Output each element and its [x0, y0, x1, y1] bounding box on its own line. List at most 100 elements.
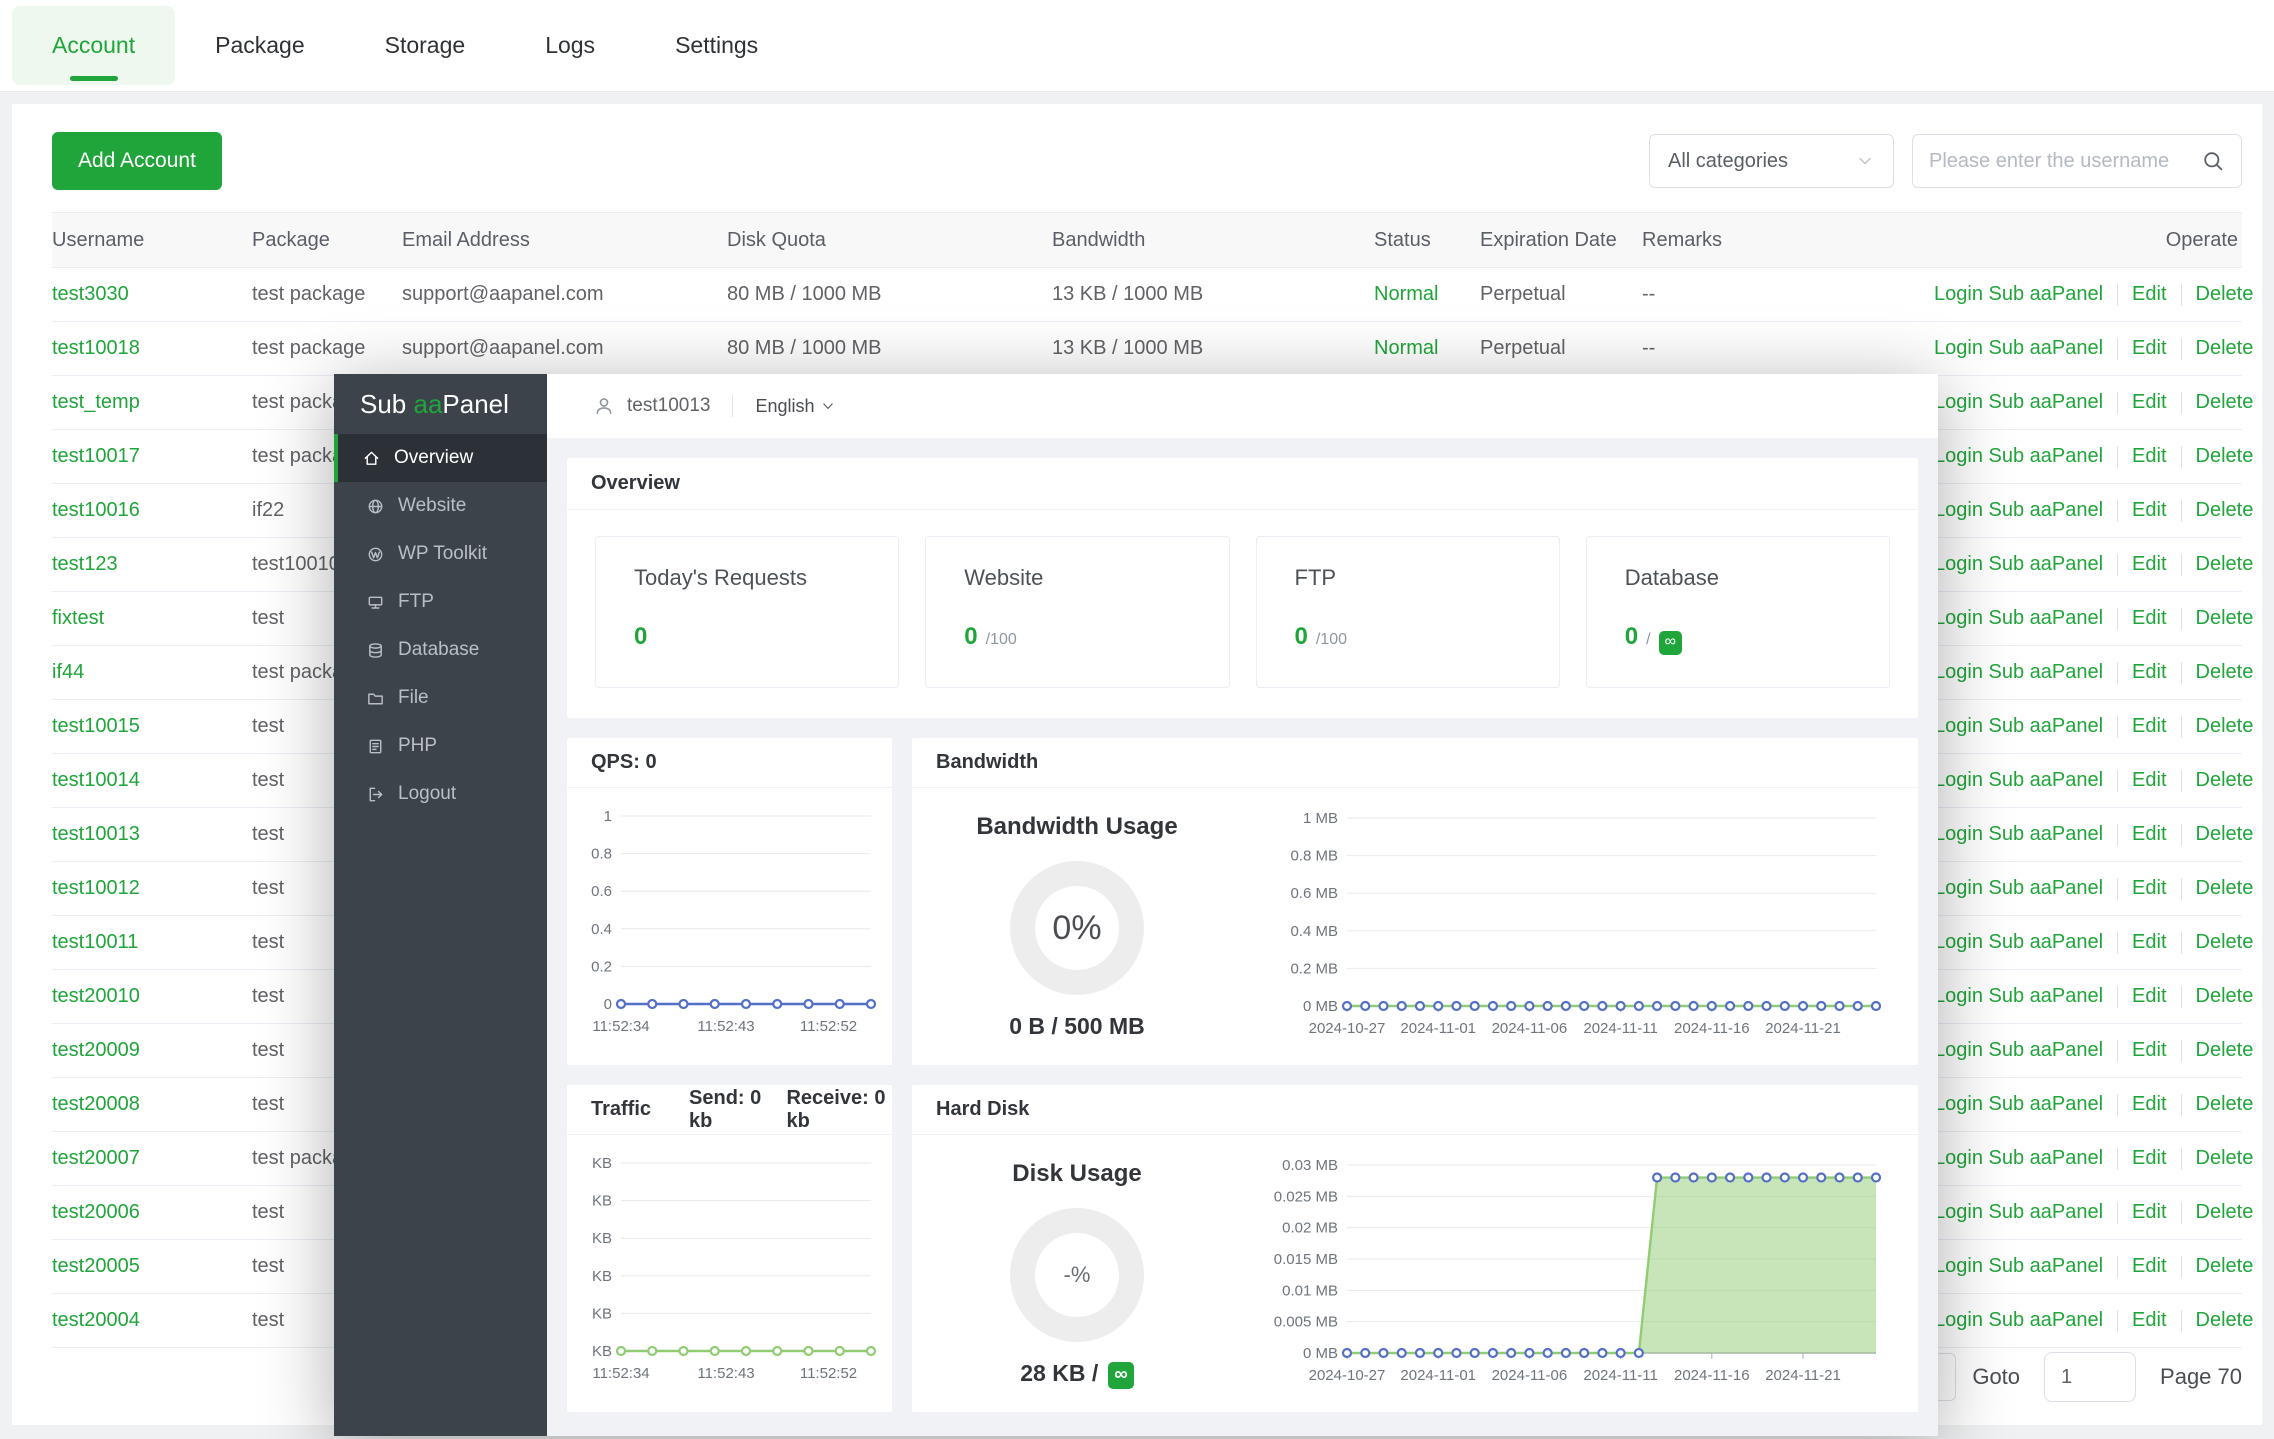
- username-link[interactable]: if44: [52, 661, 84, 683]
- edit-link[interactable]: Edit: [2132, 661, 2166, 684]
- username-link[interactable]: test10014: [52, 769, 140, 791]
- username-link[interactable]: test20009: [52, 1039, 140, 1061]
- username-link[interactable]: test10012: [52, 877, 140, 899]
- qps-panel-title: QPS: 0: [567, 738, 892, 788]
- edit-link[interactable]: Edit: [2132, 391, 2166, 414]
- username-link[interactable]: test20005: [52, 1255, 140, 1277]
- login-sub-aapanel-link[interactable]: Login Sub aaPanel: [1934, 1309, 2103, 1332]
- delete-link[interactable]: Delete: [2196, 1093, 2254, 1116]
- username-link[interactable]: test_temp: [52, 391, 140, 413]
- goto-page-input[interactable]: [2044, 1352, 2137, 1402]
- delete-link[interactable]: Delete: [2196, 715, 2254, 738]
- sidebar-item-overview[interactable]: Overview: [334, 434, 547, 482]
- sidebar-item-database[interactable]: Database: [334, 626, 547, 674]
- username-link[interactable]: test10011: [52, 931, 138, 953]
- edit-link[interactable]: Edit: [2132, 1201, 2166, 1224]
- login-sub-aapanel-link[interactable]: Login Sub aaPanel: [1934, 391, 2103, 414]
- username-link[interactable]: test20006: [52, 1201, 140, 1223]
- delete-link[interactable]: Delete: [2196, 391, 2254, 414]
- delete-link[interactable]: Delete: [2196, 1039, 2254, 1062]
- edit-link[interactable]: Edit: [2132, 445, 2166, 468]
- sidebar-item-php[interactable]: PHP: [334, 722, 547, 770]
- delete-link[interactable]: Delete: [2196, 283, 2254, 306]
- username-link[interactable]: test3030: [52, 283, 129, 305]
- login-sub-aapanel-link[interactable]: Login Sub aaPanel: [1934, 877, 2103, 900]
- sidebar-item-file[interactable]: File: [334, 674, 547, 722]
- delete-link[interactable]: Delete: [2196, 499, 2254, 522]
- delete-link[interactable]: Delete: [2196, 1201, 2254, 1224]
- login-sub-aapanel-link[interactable]: Login Sub aaPanel: [1934, 337, 2103, 360]
- edit-link[interactable]: Edit: [2132, 769, 2166, 792]
- username-link[interactable]: test10018: [52, 337, 140, 359]
- edit-link[interactable]: Edit: [2132, 283, 2166, 306]
- login-sub-aapanel-link[interactable]: Login Sub aaPanel: [1934, 499, 2103, 522]
- edit-link[interactable]: Edit: [2132, 607, 2166, 630]
- login-sub-aapanel-link[interactable]: Login Sub aaPanel: [1934, 1255, 2103, 1278]
- sidebar-item-ftp[interactable]: FTP: [334, 578, 547, 626]
- delete-link[interactable]: Delete: [2196, 337, 2254, 360]
- login-sub-aapanel-link[interactable]: Login Sub aaPanel: [1934, 553, 2103, 576]
- username-link[interactable]: test123: [52, 553, 118, 575]
- sidebar-item-website[interactable]: Website: [334, 482, 547, 530]
- login-sub-aapanel-link[interactable]: Login Sub aaPanel: [1934, 931, 2103, 954]
- tab-settings[interactable]: Settings: [635, 6, 798, 85]
- add-account-button[interactable]: Add Account: [52, 132, 222, 190]
- delete-link[interactable]: Delete: [2196, 877, 2254, 900]
- delete-link[interactable]: Delete: [2196, 661, 2254, 684]
- edit-link[interactable]: Edit: [2132, 1255, 2166, 1278]
- edit-link[interactable]: Edit: [2132, 877, 2166, 900]
- category-filter-select[interactable]: All categories: [1649, 134, 1894, 188]
- search-icon[interactable]: [2201, 149, 2225, 173]
- login-sub-aapanel-link[interactable]: Login Sub aaPanel: [1934, 769, 2103, 792]
- username-link[interactable]: test10015: [52, 715, 140, 737]
- edit-link[interactable]: Edit: [2132, 823, 2166, 846]
- login-sub-aapanel-link[interactable]: Login Sub aaPanel: [1934, 985, 2103, 1008]
- tab-account[interactable]: Account: [12, 6, 176, 85]
- username-search-input[interactable]: [1929, 149, 2201, 173]
- sidebar-item-logout[interactable]: Logout: [334, 770, 547, 818]
- edit-link[interactable]: Edit: [2132, 1147, 2166, 1170]
- delete-link[interactable]: Delete: [2196, 553, 2254, 576]
- delete-link[interactable]: Delete: [2196, 1255, 2254, 1278]
- username-link[interactable]: test10017: [52, 445, 140, 467]
- delete-link[interactable]: Delete: [2196, 445, 2254, 468]
- login-sub-aapanel-link[interactable]: Login Sub aaPanel: [1934, 1147, 2103, 1170]
- login-sub-aapanel-link[interactable]: Login Sub aaPanel: [1934, 283, 2103, 306]
- delete-link[interactable]: Delete: [2196, 607, 2254, 630]
- login-sub-aapanel-link[interactable]: Login Sub aaPanel: [1934, 1201, 2103, 1224]
- login-sub-aapanel-link[interactable]: Login Sub aaPanel: [1934, 1093, 2103, 1116]
- delete-link[interactable]: Delete: [2196, 931, 2254, 954]
- username-link[interactable]: test20008: [52, 1093, 140, 1115]
- login-sub-aapanel-link[interactable]: Login Sub aaPanel: [1934, 607, 2103, 630]
- delete-link[interactable]: Delete: [2196, 823, 2254, 846]
- edit-link[interactable]: Edit: [2132, 715, 2166, 738]
- login-sub-aapanel-link[interactable]: Login Sub aaPanel: [1934, 715, 2103, 738]
- language-select[interactable]: English: [755, 396, 834, 417]
- tab-storage[interactable]: Storage: [345, 6, 506, 85]
- login-sub-aapanel-link[interactable]: Login Sub aaPanel: [1934, 1039, 2103, 1062]
- login-sub-aapanel-link[interactable]: Login Sub aaPanel: [1934, 823, 2103, 846]
- sidebar-item-wp-toolkit[interactable]: WP Toolkit: [334, 530, 547, 578]
- edit-link[interactable]: Edit: [2132, 1093, 2166, 1116]
- delete-link[interactable]: Delete: [2196, 769, 2254, 792]
- edit-link[interactable]: Edit: [2132, 499, 2166, 522]
- login-sub-aapanel-link[interactable]: Login Sub aaPanel: [1934, 661, 2103, 684]
- edit-link[interactable]: Edit: [2132, 337, 2166, 360]
- username-link[interactable]: test20007: [52, 1147, 140, 1169]
- edit-link[interactable]: Edit: [2132, 553, 2166, 576]
- delete-link[interactable]: Delete: [2196, 985, 2254, 1008]
- edit-link[interactable]: Edit: [2132, 1309, 2166, 1332]
- edit-link[interactable]: Edit: [2132, 931, 2166, 954]
- edit-link[interactable]: Edit: [2132, 985, 2166, 1008]
- login-sub-aapanel-link[interactable]: Login Sub aaPanel: [1934, 445, 2103, 468]
- username-link[interactable]: fixtest: [52, 607, 104, 629]
- username-link[interactable]: test10016: [52, 499, 140, 521]
- tab-package[interactable]: Package: [175, 6, 345, 85]
- username-link[interactable]: test20004: [52, 1309, 140, 1331]
- delete-link[interactable]: Delete: [2196, 1147, 2254, 1170]
- tab-logs[interactable]: Logs: [505, 6, 635, 85]
- username-link[interactable]: test20010: [52, 985, 140, 1007]
- username-link[interactable]: test10013: [52, 823, 140, 845]
- delete-link[interactable]: Delete: [2196, 1309, 2254, 1332]
- edit-link[interactable]: Edit: [2132, 1039, 2166, 1062]
